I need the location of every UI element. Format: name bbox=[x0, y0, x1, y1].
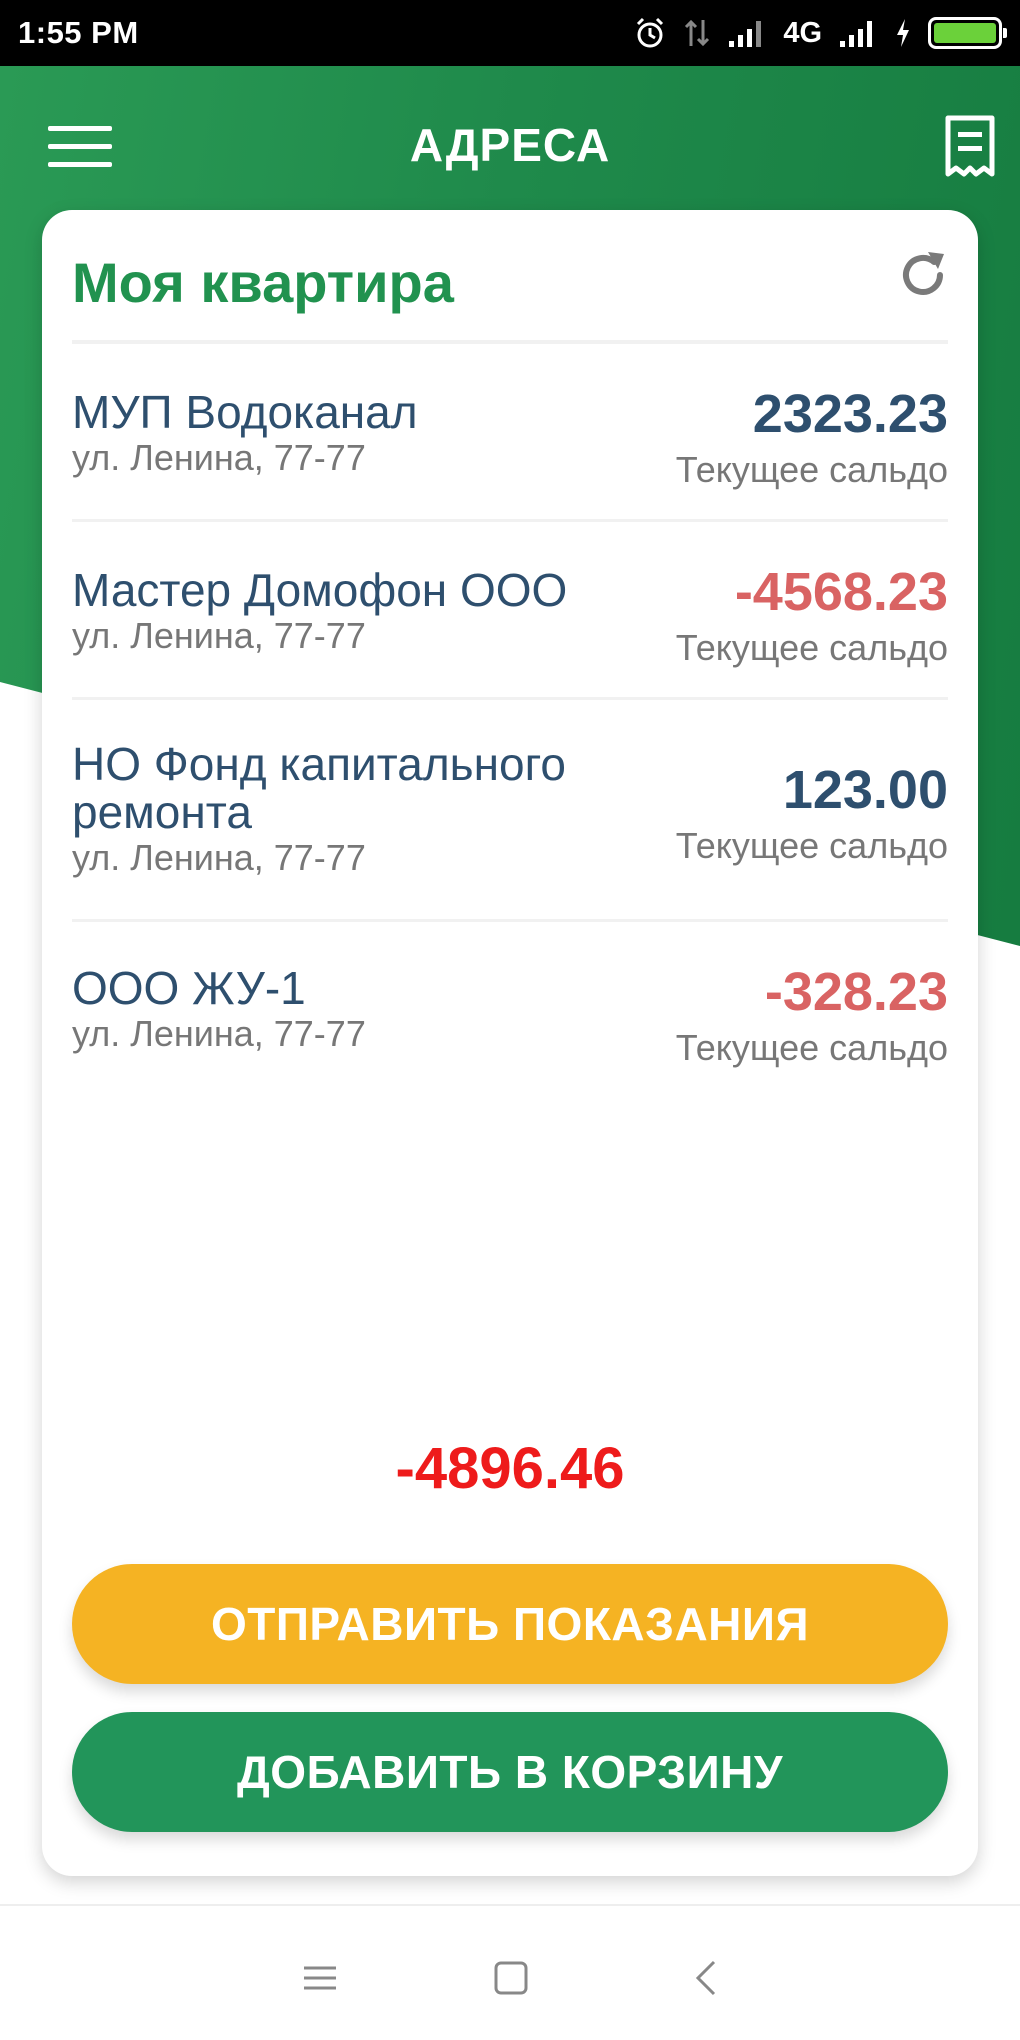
charging-icon bbox=[897, 19, 909, 47]
alarm-icon bbox=[637, 17, 664, 48]
app-bar: АДРЕСА bbox=[0, 66, 1020, 206]
provider-address: ул. Ленина, 77-77 bbox=[72, 437, 366, 478]
back-icon[interactable] bbox=[678, 1948, 738, 2008]
address-card: Моя квартира МУП Водоканал ул. Ленина, 7… bbox=[42, 210, 978, 1876]
balance-label: Текущее сальдо bbox=[675, 825, 948, 866]
total-balance: -4896.46 bbox=[395, 1436, 625, 1501]
provider-address: ул. Ленина, 77-77 bbox=[72, 615, 366, 656]
page-title: АДРЕСА bbox=[409, 119, 611, 171]
provider-address: ул. Ленина, 77-77 bbox=[72, 837, 366, 878]
card-title: Моя квартира bbox=[72, 251, 454, 314]
balance-value: 2323.23 bbox=[752, 384, 948, 444]
provider-name: МУП Водоканал bbox=[72, 386, 418, 438]
data-transfer-icon bbox=[685, 19, 710, 47]
balance-value: 123.00 bbox=[782, 760, 948, 820]
list-item[interactable]: НО Фонд капитального ремонта ул. Ленина,… bbox=[72, 700, 948, 922]
balance-label: Текущее сальдо bbox=[675, 449, 948, 490]
provider-name: НО Фонд капитального ремонта bbox=[72, 738, 566, 838]
provider-address: ул. Ленина, 77-77 bbox=[72, 1013, 366, 1054]
balance-value: -4568.23 bbox=[734, 562, 948, 622]
signal-icon bbox=[729, 21, 762, 47]
provider-name: ООО ЖУ-1 bbox=[72, 962, 306, 1014]
status-icons: 4G bbox=[633, 16, 1007, 50]
home-icon[interactable] bbox=[481, 1948, 541, 2008]
signal-icon-2 bbox=[840, 21, 872, 47]
list-item[interactable]: Мастер Домофон ООО ул. Ленина, 77-77 -45… bbox=[72, 522, 948, 700]
status-time: 1:55 PM bbox=[18, 15, 139, 50]
refresh-icon[interactable] bbox=[894, 246, 952, 304]
list-item[interactable]: ООО ЖУ-1 ул. Ленина, 77-77 -328.23 Текущ… bbox=[72, 922, 948, 1092]
status-bar: 1:55 PM 4G bbox=[0, 0, 1020, 66]
provider-list: МУП Водоканал ул. Ленина, 77-77 2323.23 … bbox=[72, 344, 948, 1092]
provider-name: Мастер Домофон ООО bbox=[72, 564, 568, 616]
balance-label: Текущее сальдо bbox=[675, 627, 948, 668]
add-to-cart-button[interactable]: ДОБАВИТЬ В КОРЗИНУ bbox=[72, 1712, 948, 1832]
battery-icon bbox=[928, 17, 1007, 49]
send-readings-button[interactable]: ОТПРАВИТЬ ПОКАЗАНИЯ bbox=[72, 1564, 948, 1684]
system-nav-bar bbox=[0, 1904, 1020, 2040]
receipt-icon[interactable] bbox=[942, 114, 998, 178]
network-type: 4G bbox=[783, 16, 822, 49]
balance-label: Текущее сальдо bbox=[675, 1027, 948, 1068]
recent-apps-icon[interactable] bbox=[290, 1948, 350, 2008]
balance-value: -328.23 bbox=[764, 962, 948, 1022]
list-item[interactable]: МУП Водоканал ул. Ленина, 77-77 2323.23 … bbox=[72, 344, 948, 522]
